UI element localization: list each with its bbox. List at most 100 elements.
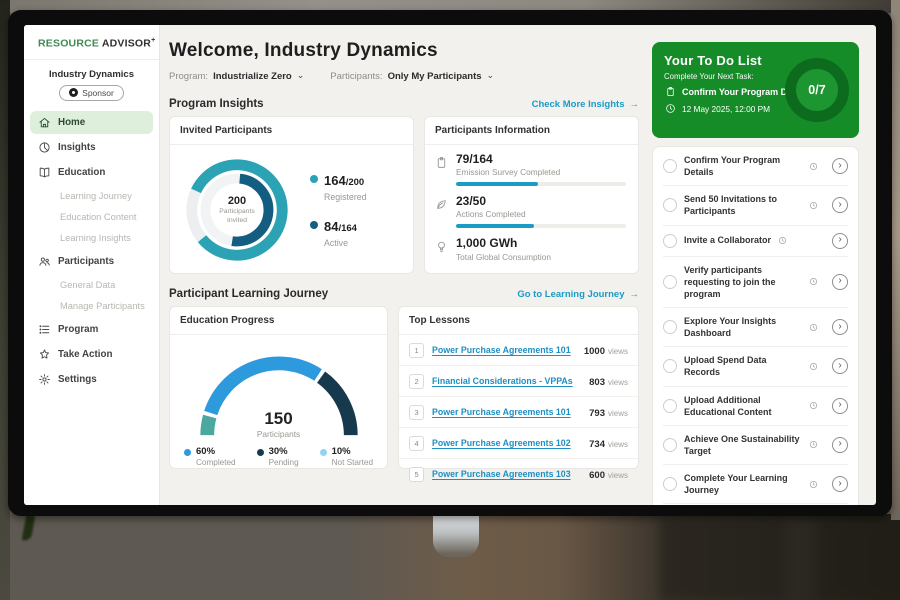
logo-primary: RESOURCE [38, 38, 99, 50]
task-open-chevron-icon[interactable]: › [832, 476, 848, 492]
legend-value: 164/200 [324, 172, 367, 190]
progress-fill [456, 182, 538, 186]
main-content: Welcome, Industry Dynamics Program: Indu… [160, 25, 639, 505]
participants-information-card-title: Participants Information [425, 117, 638, 145]
legend-dot-icon [184, 449, 191, 456]
clock-icon [807, 199, 820, 212]
legend-label: Active [324, 238, 357, 248]
sidebar: RESOURCE ADVISOR+ Industry Dynamics Spon… [24, 25, 160, 505]
lesson-link[interactable]: Power Purchase Agreements 102 [432, 438, 571, 448]
arrow-right-icon: → [630, 289, 640, 300]
todo-panel: Your To Do List Complete Your Next Task:… [639, 25, 876, 505]
lesson-row: 1 Power Purchase Agreements 101 1000views [399, 335, 638, 366]
task-checkbox[interactable] [663, 159, 677, 173]
sidebar-item-program[interactable]: Program [30, 318, 153, 341]
sidebar-item-home[interactable]: Home [30, 111, 153, 134]
donut-center-label: Participants Invited [211, 208, 263, 225]
clock-icon [807, 399, 820, 412]
home-icon [38, 116, 51, 129]
participants-filter-value: Only My Participants [388, 71, 482, 82]
background-window-shadow [818, 518, 900, 600]
info-row-emission-survey-completed: 79/164Emission Survey Completed [435, 153, 626, 186]
monitor-stand [433, 515, 479, 557]
app-logo: RESOURCE ADVISOR+ [24, 25, 159, 60]
legend-dot-icon [320, 449, 327, 456]
todo-summary-card: Your To Do List Complete Your Next Task:… [652, 42, 859, 138]
participants-icon [38, 255, 51, 268]
sidebar-item-manage-participants[interactable]: Manage Participants [30, 296, 153, 316]
legend-value: 84/164 [324, 218, 357, 236]
task-checkbox[interactable] [663, 359, 677, 373]
task-label: Explore Your Insights Dashboard [684, 315, 802, 339]
task-open-chevron-icon[interactable]: › [832, 158, 848, 174]
info-label: Emission Survey Completed [456, 167, 626, 177]
task-open-chevron-icon[interactable]: › [832, 437, 848, 453]
sidebar-item-learning-insights[interactable]: Learning Insights [30, 228, 153, 248]
gauge-legend-item: 60%Completed [184, 447, 236, 467]
education-gauge-chart: 150 Participants [187, 343, 371, 439]
lesson-views: 1000views [584, 341, 628, 359]
education-progress-card: Education Progress 150 Participants 60%C… [169, 306, 388, 469]
lesson-views: 600views [589, 465, 628, 483]
progress-fill [456, 224, 534, 228]
arrow-right-icon: → [630, 99, 640, 110]
program-filter[interactable]: Program: Industrialize Zero ⌄ [169, 71, 304, 82]
info-value: 79/164 [456, 153, 626, 166]
task-checkbox[interactable] [663, 234, 677, 248]
sidebar-item-education-content[interactable]: Education Content [30, 207, 153, 227]
task-open-chevron-icon[interactable]: › [832, 197, 848, 213]
sidebar-item-education[interactable]: Education [30, 161, 153, 184]
top-lessons-card: Top Lessons 1Power Purchase Agreements 1… [398, 306, 639, 469]
task-checkbox[interactable] [663, 477, 677, 491]
sidebar-item-participants[interactable]: Participants [30, 250, 153, 273]
task-row-achieve-one-sustainability-target: Achieve One Sustainability Target› [663, 426, 848, 465]
info-label: Actions Completed [456, 209, 626, 219]
sidebar-item-take-action[interactable]: Take Action [30, 343, 153, 366]
task-open-chevron-icon[interactable]: › [832, 398, 848, 414]
lesson-rank: 3 [409, 405, 424, 420]
settings-icon [38, 373, 51, 386]
survey-icon [435, 156, 448, 169]
sidebar-item-label: Education [58, 167, 105, 178]
todo-progress-ring: 0/7 [785, 58, 849, 122]
task-open-chevron-icon[interactable]: › [832, 358, 848, 374]
sidebar-item-settings[interactable]: Settings [30, 368, 153, 391]
lesson-link[interactable]: Power Purchase Agreements 103 [432, 469, 571, 479]
info-row-total-global-consumption: 1,000 GWhTotal Global Consumption [435, 237, 626, 261]
lesson-link[interactable]: Power Purchase Agreements 101 [432, 345, 571, 355]
task-checkbox[interactable] [663, 399, 677, 413]
go-to-learning-journey-link[interactable]: Go to Learning Journey → [517, 289, 639, 300]
legend-value: 10% [332, 447, 373, 457]
participants-information-card: Participants Information 79/164Emission … [424, 116, 639, 274]
sidebar-item-label: Participants [58, 256, 114, 267]
task-checkbox[interactable] [663, 438, 677, 452]
task-row-confirm-your-program-details: Confirm Your Program Details› [663, 147, 848, 186]
invited-participants-card-title: Invited Participants [170, 117, 413, 145]
check-more-insights-link[interactable]: Check More Insights → [532, 99, 639, 110]
task-open-chevron-icon[interactable]: › [832, 233, 848, 249]
task-checkbox[interactable] [663, 198, 677, 212]
sidebar-item-label: Program [58, 324, 98, 335]
clock-icon [664, 102, 677, 115]
task-open-chevron-icon[interactable]: › [832, 319, 848, 335]
lesson-row: 4Power Purchase Agreements 102734views [399, 428, 638, 459]
task-open-chevron-icon[interactable]: › [832, 274, 848, 290]
sidebar-nav: HomeInsights Education Learning JourneyEdu… [24, 111, 159, 391]
task-checkbox[interactable] [663, 275, 677, 289]
task-label: Verify participants requesting to join t… [684, 264, 802, 300]
legend-label: Pending [269, 458, 299, 467]
sidebar-item-insights[interactable]: Insights [30, 136, 153, 159]
background-wall-right [891, 0, 900, 520]
photo-of-monitor: { "brand": {"primary": "RESOURCE", "seco… [0, 0, 900, 600]
donut-legend-item: 164/200Registered [310, 172, 367, 202]
sidebar-item-general-data[interactable]: General Data [30, 275, 153, 295]
sidebar-item-learning-journey[interactable]: Learning Journey [30, 186, 153, 206]
lesson-rank: 1 [409, 343, 424, 358]
lesson-link[interactable]: Financial Considerations - VPPAs [432, 376, 573, 386]
lesson-rank: 2 [409, 374, 424, 389]
collapse-tasks-link[interactable]: Collapse Tasks ⌃ [663, 504, 848, 505]
background-window-shadow [660, 518, 785, 600]
participants-filter[interactable]: Participants: Only My Participants ⌄ [330, 71, 494, 82]
lesson-link[interactable]: Power Purchase Agreements 101 [432, 407, 571, 417]
task-checkbox[interactable] [663, 320, 677, 334]
